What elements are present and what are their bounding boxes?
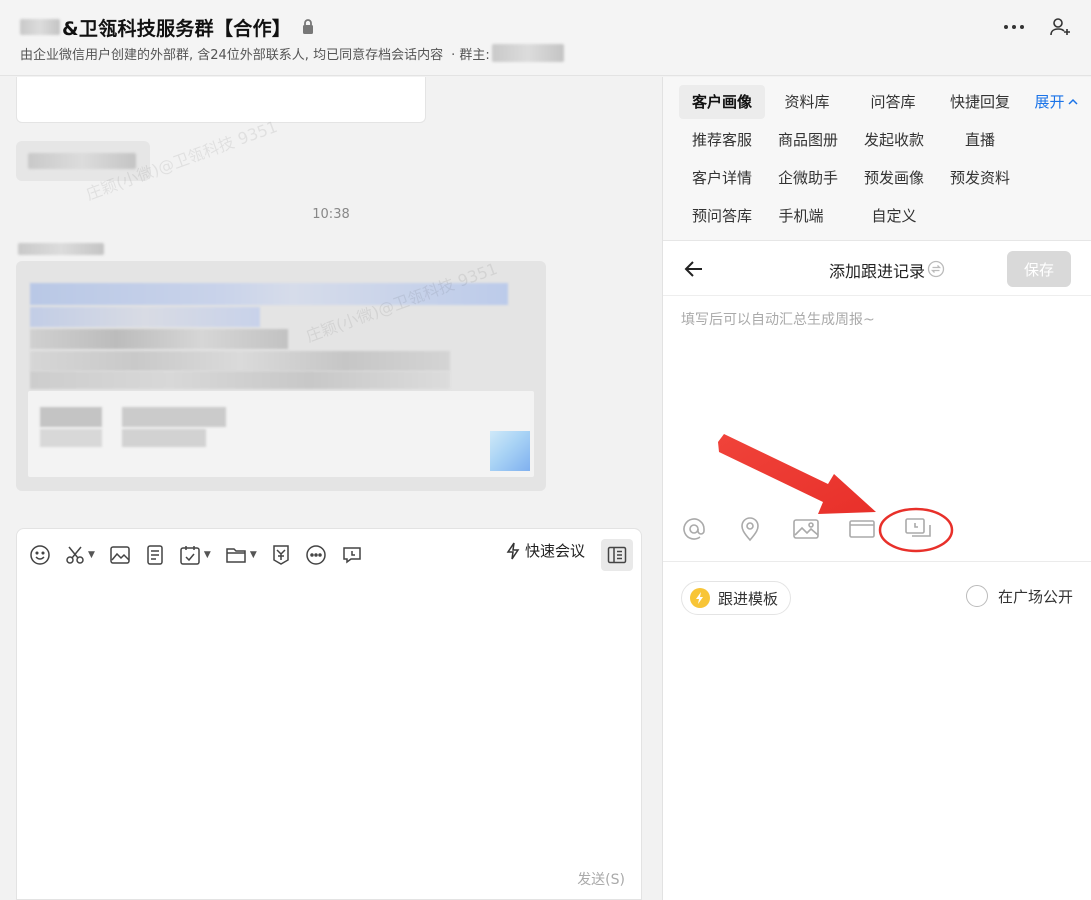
tab-pre-library[interactable]: 预发资料 [937, 161, 1023, 195]
chevron-down-icon[interactable]: ▼ [88, 550, 95, 560]
tab-wecom-assistant[interactable]: 企微助手 [765, 161, 851, 195]
chevron-up-icon [1067, 98, 1078, 105]
add-member-icon[interactable] [1047, 14, 1073, 40]
side-panel: 客户画像 资料库 问答库 快捷回复 展开 推荐客服 商品图册 发起收款 直播 客… [662, 77, 1091, 900]
more-icon[interactable] [305, 540, 327, 570]
lightning-icon [690, 588, 710, 608]
card-icon[interactable] [847, 514, 877, 544]
message-card[interactable] [16, 77, 426, 123]
redacted-owner [491, 44, 564, 62]
follow-up-template-button[interactable]: 跟进模板 [681, 581, 792, 615]
switch-icon[interactable] [927, 260, 945, 278]
red-packet-icon[interactable] [271, 540, 291, 570]
follow-up-textarea[interactable]: 填写后可以自动汇总生成周报~ [681, 309, 1073, 479]
quick-meeting-label: 快速会议 [524, 542, 585, 560]
chevron-down-icon[interactable]: ▼ [204, 550, 211, 560]
radio-button[interactable] [965, 585, 988, 607]
sidebar-toggle-button[interactable] [601, 539, 633, 571]
tab-qa-library[interactable]: 问答库 [859, 85, 927, 119]
message-composer[interactable]: ▼ ▼ ▼ 快速会议 发送(S) [16, 528, 642, 900]
lock-icon [303, 19, 314, 34]
chat-header: &卫瓴科技服务群【合作】 由企业微信用户创建的外部群, 含24位外部联系人, 均… [0, 0, 1091, 76]
redacted-block [30, 283, 508, 305]
tab-customer-detail[interactable]: 客户详情 [679, 161, 765, 195]
image-icon[interactable] [109, 540, 131, 570]
redacted-block [122, 429, 206, 447]
redacted-message [28, 153, 136, 169]
tab-payment[interactable]: 发起收款 [851, 123, 937, 157]
tab-expand[interactable]: 展开 [1031, 85, 1081, 119]
sidebar-panel-icon [607, 546, 627, 564]
group-title-row: &卫瓴科技服务群【合作】 [20, 14, 315, 40]
tab-customer-profile[interactable]: 客户画像 [679, 85, 765, 119]
screenshot-scissors-icon[interactable]: ▼ [65, 540, 95, 570]
message-bubble[interactable] [16, 141, 150, 181]
group-title: &卫瓴科技服务群【合作】 [62, 17, 292, 40]
redacted-block [30, 329, 288, 349]
tab-mobile[interactable]: 手机端 [765, 199, 837, 233]
tab-live[interactable]: 直播 [945, 123, 1015, 157]
group-subtitle: 由企业微信用户创建的外部群, 含24位外部联系人, 均已同意存档会话内容 [20, 47, 444, 63]
tab-custom[interactable]: 自定义 [851, 199, 937, 233]
group-owner-label: · 群主: [451, 47, 490, 63]
image-icon[interactable] [791, 514, 821, 544]
calendar-check-icon[interactable]: ▼ [179, 540, 211, 570]
redacted-block [30, 351, 450, 371]
group-subtitle-row: 由企业微信用户创建的外部群, 含24位外部联系人, 均已同意存档会话内容 · 群… [20, 44, 564, 63]
redacted-sender [18, 243, 104, 255]
tab-pre-qa-library[interactable]: 预问答库 [679, 199, 765, 233]
editor-toolbar [679, 509, 1079, 549]
template-label: 跟进模板 [718, 589, 779, 608]
header-actions [1001, 14, 1073, 40]
chat-history: 10:38 庄颖(小微)@卫瓴科技 9351 庄颖(小微)@卫瓴科技 9351 [0, 77, 662, 527]
link-preview [28, 391, 534, 477]
tab-pre-profile[interactable]: 预发画像 [851, 161, 937, 195]
emoji-icon[interactable] [29, 540, 51, 570]
chat-record-icon[interactable] [903, 514, 933, 544]
message-bubble-large[interactable] [16, 261, 546, 491]
redacted-block [40, 407, 102, 427]
message-time: 10:38 [312, 207, 350, 222]
redacted-name [20, 19, 60, 35]
tab-recommend-service[interactable]: 推荐客服 [679, 123, 765, 157]
tab-quick-reply[interactable]: 快捷回复 [945, 85, 1015, 119]
link-preview-thumbnail [490, 431, 530, 471]
lightning-icon [506, 542, 520, 559]
redacted-block [40, 429, 102, 447]
folder-icon[interactable]: ▼ [225, 540, 257, 570]
at-icon[interactable] [679, 514, 709, 544]
redacted-block [30, 307, 260, 327]
tab-product-album[interactable]: 商品图册 [765, 123, 851, 157]
follow-up-header: 添加跟进记录 保存 [663, 242, 1091, 296]
tab-expand-label: 展开 [1034, 93, 1065, 111]
redacted-block [30, 371, 450, 389]
send-button[interactable]: 发送(S) [577, 869, 625, 889]
chevron-down-icon[interactable]: ▼ [250, 550, 257, 560]
tab-library[interactable]: 资料库 [773, 85, 841, 119]
quick-meeting-button[interactable]: 快速会议 [505, 540, 585, 561]
location-icon[interactable] [735, 514, 765, 544]
chat-record-icon[interactable] [341, 540, 363, 570]
public-label: 在广场公开 [997, 587, 1073, 606]
save-button[interactable]: 保存 [1007, 251, 1071, 287]
more-options-icon[interactable] [1001, 14, 1027, 40]
public-plaza-toggle[interactable]: 在广场公开 [965, 585, 1073, 607]
panel-tab-area: 客户画像 资料库 问答库 快捷回复 展开 推荐客服 商品图册 发起收款 直播 客… [663, 77, 1091, 241]
document-icon[interactable] [145, 540, 165, 570]
app-window: &卫瓴科技服务群【合作】 由企业微信用户创建的外部群, 含24位外部联系人, 均… [0, 0, 1091, 900]
redacted-block [122, 407, 226, 427]
divider [663, 561, 1091, 562]
